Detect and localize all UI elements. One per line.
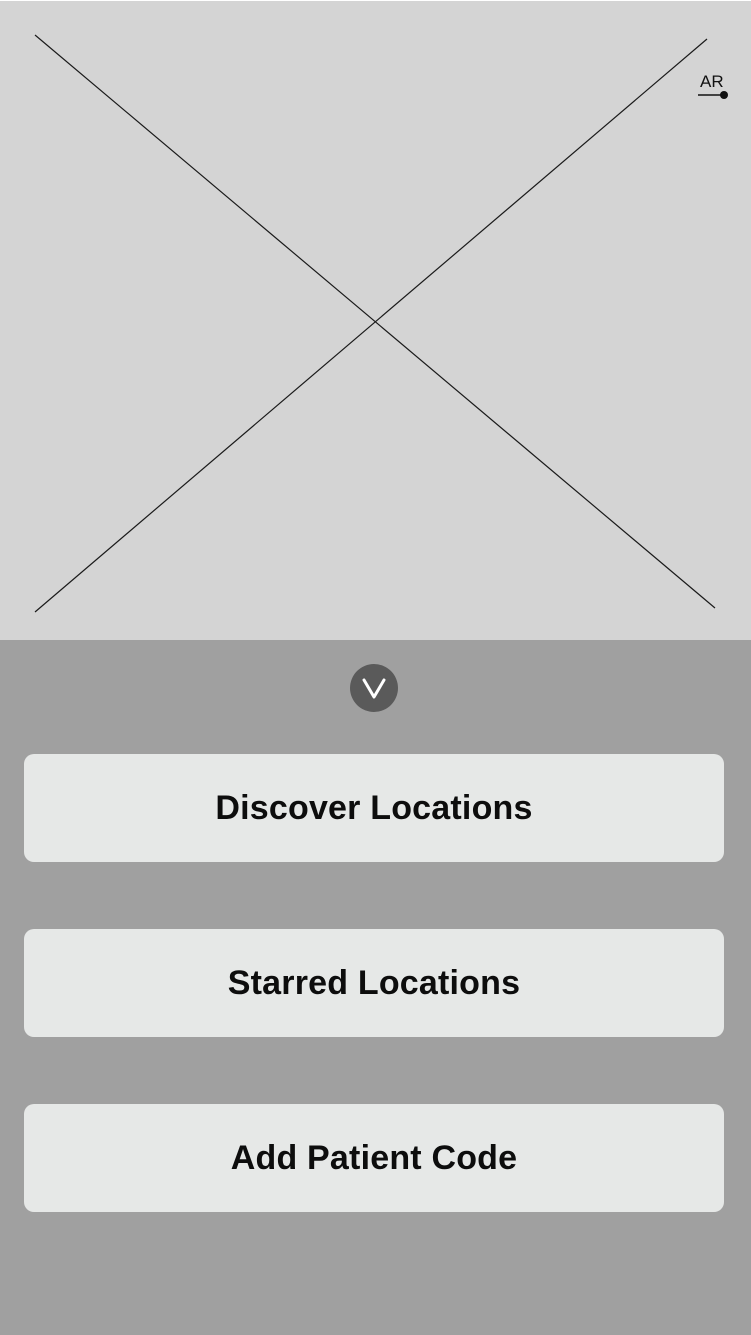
ar-toggle-switch-icon: [698, 91, 728, 99]
starred-locations-button[interactable]: Starred Locations: [24, 929, 724, 1037]
app-screen: AR Discover Locations Starred Locations …: [0, 0, 751, 1335]
bottom-panel: Discover Locations Starred Locations Add…: [0, 640, 751, 1335]
ar-toggle[interactable]: AR: [692, 71, 732, 105]
collapse-button[interactable]: [350, 664, 398, 712]
camera-view-placeholder[interactable]: AR: [0, 0, 751, 640]
discover-locations-button[interactable]: Discover Locations: [24, 754, 724, 862]
image-placeholder-icon: [34, 34, 716, 613]
ar-label: AR: [700, 72, 724, 91]
add-patient-code-button[interactable]: Add Patient Code: [24, 1104, 724, 1212]
chevron-down-icon: [362, 678, 386, 699]
